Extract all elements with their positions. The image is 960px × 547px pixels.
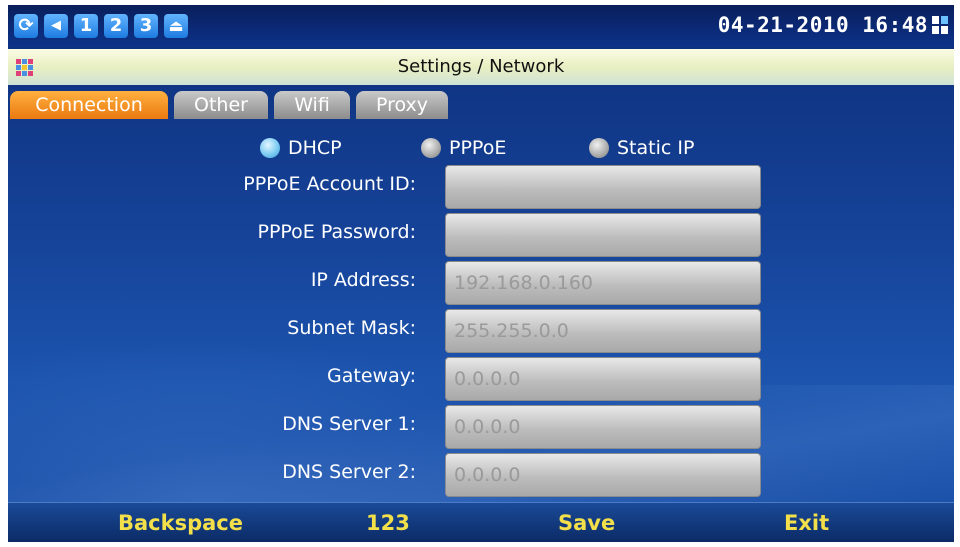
radio-unselected-icon xyxy=(421,138,441,158)
form-row-pppoe-password: PPPoE Password: xyxy=(8,211,954,259)
form-row-gateway: Gateway: 0.0.0.0 xyxy=(8,355,954,403)
pppoe-password-label: PPPoE Password: xyxy=(257,221,416,243)
pppoe-password-field[interactable] xyxy=(445,213,761,257)
dns-server-1-field[interactable]: 0.0.0.0 xyxy=(445,405,761,449)
tab-proxy[interactable]: Proxy xyxy=(356,91,448,119)
form-row-subnet-mask: Subnet Mask: 255.255.0.0 xyxy=(8,307,954,355)
gateway-field[interactable]: 0.0.0.0 xyxy=(445,357,761,401)
status-bar: ⟳ ◀ 1 2 3 ⏏ 04-21-2010 16:48 xyxy=(8,5,954,47)
status-datetime: 04-21-2010 16:48 xyxy=(717,13,928,37)
dns-server-2-label: DNS Server 2: xyxy=(282,461,416,483)
radio-static-ip-label: Static IP xyxy=(617,137,695,159)
pppoe-account-id-field[interactable] xyxy=(445,165,761,209)
exit-softkey[interactable]: Exit xyxy=(784,511,829,535)
connection-type-group: DHCP PPPoE Static IP xyxy=(8,130,954,166)
radio-selected-icon xyxy=(260,138,280,158)
ip-address-label: IP Address: xyxy=(310,269,416,291)
tab-wifi[interactable]: Wifi xyxy=(274,91,350,119)
hook-icon: ⏏ xyxy=(164,14,188,38)
subnet-mask-label: Subnet Mask: xyxy=(287,317,416,339)
account-2-icon: 2 xyxy=(104,14,128,38)
network-status-icon xyxy=(932,16,950,36)
backspace-softkey[interactable]: Backspace xyxy=(118,511,243,535)
radio-dhcp-label: DHCP xyxy=(288,137,342,159)
form-row-dns-1: DNS Server 1: 0.0.0.0 xyxy=(8,403,954,451)
softkey-bar: Backspace 123 Save Exit xyxy=(8,502,954,542)
account-3-icon: 3 xyxy=(134,14,158,38)
gateway-label: Gateway: xyxy=(327,365,416,387)
title-bar: Settings / Network xyxy=(8,49,954,85)
radio-static-ip[interactable]: Static IP xyxy=(589,130,694,166)
speaker-icon: ◀ xyxy=(44,14,68,38)
tab-connection[interactable]: Connection xyxy=(10,91,168,119)
ip-address-field[interactable]: 192.168.0.160 xyxy=(445,261,761,305)
radio-pppoe-label: PPPoE xyxy=(449,137,507,159)
tab-bar: Connection Other Wifi Proxy xyxy=(8,87,954,121)
input-mode-softkey[interactable]: 123 xyxy=(366,511,410,535)
radio-unselected-icon xyxy=(589,138,609,158)
radio-pppoe[interactable]: PPPoE xyxy=(421,130,506,166)
page-title: Settings / Network xyxy=(397,56,565,77)
dns-server-1-label: DNS Server 1: xyxy=(282,413,416,435)
phone-screen: ⟳ ◀ 1 2 3 ⏏ 04-21-2010 16:48 Settings / … xyxy=(8,5,954,542)
form-row-ip-address: IP Address: 192.168.0.160 xyxy=(8,259,954,307)
account-1-icon: 1 xyxy=(74,14,98,38)
radio-dhcp[interactable]: DHCP xyxy=(260,130,342,166)
save-softkey[interactable]: Save xyxy=(558,511,615,535)
subnet-mask-field[interactable]: 255.255.0.0 xyxy=(445,309,761,353)
pppoe-account-id-label: PPPoE Account ID: xyxy=(243,173,416,195)
tab-other[interactable]: Other xyxy=(174,91,268,119)
form-row-dns-2: DNS Server 2: 0.0.0.0 xyxy=(8,451,954,499)
refresh-icon: ⟳ xyxy=(14,14,38,38)
dns-server-2-field[interactable]: 0.0.0.0 xyxy=(445,453,761,497)
form-row-pppoe-account: PPPoE Account ID: xyxy=(8,163,954,211)
